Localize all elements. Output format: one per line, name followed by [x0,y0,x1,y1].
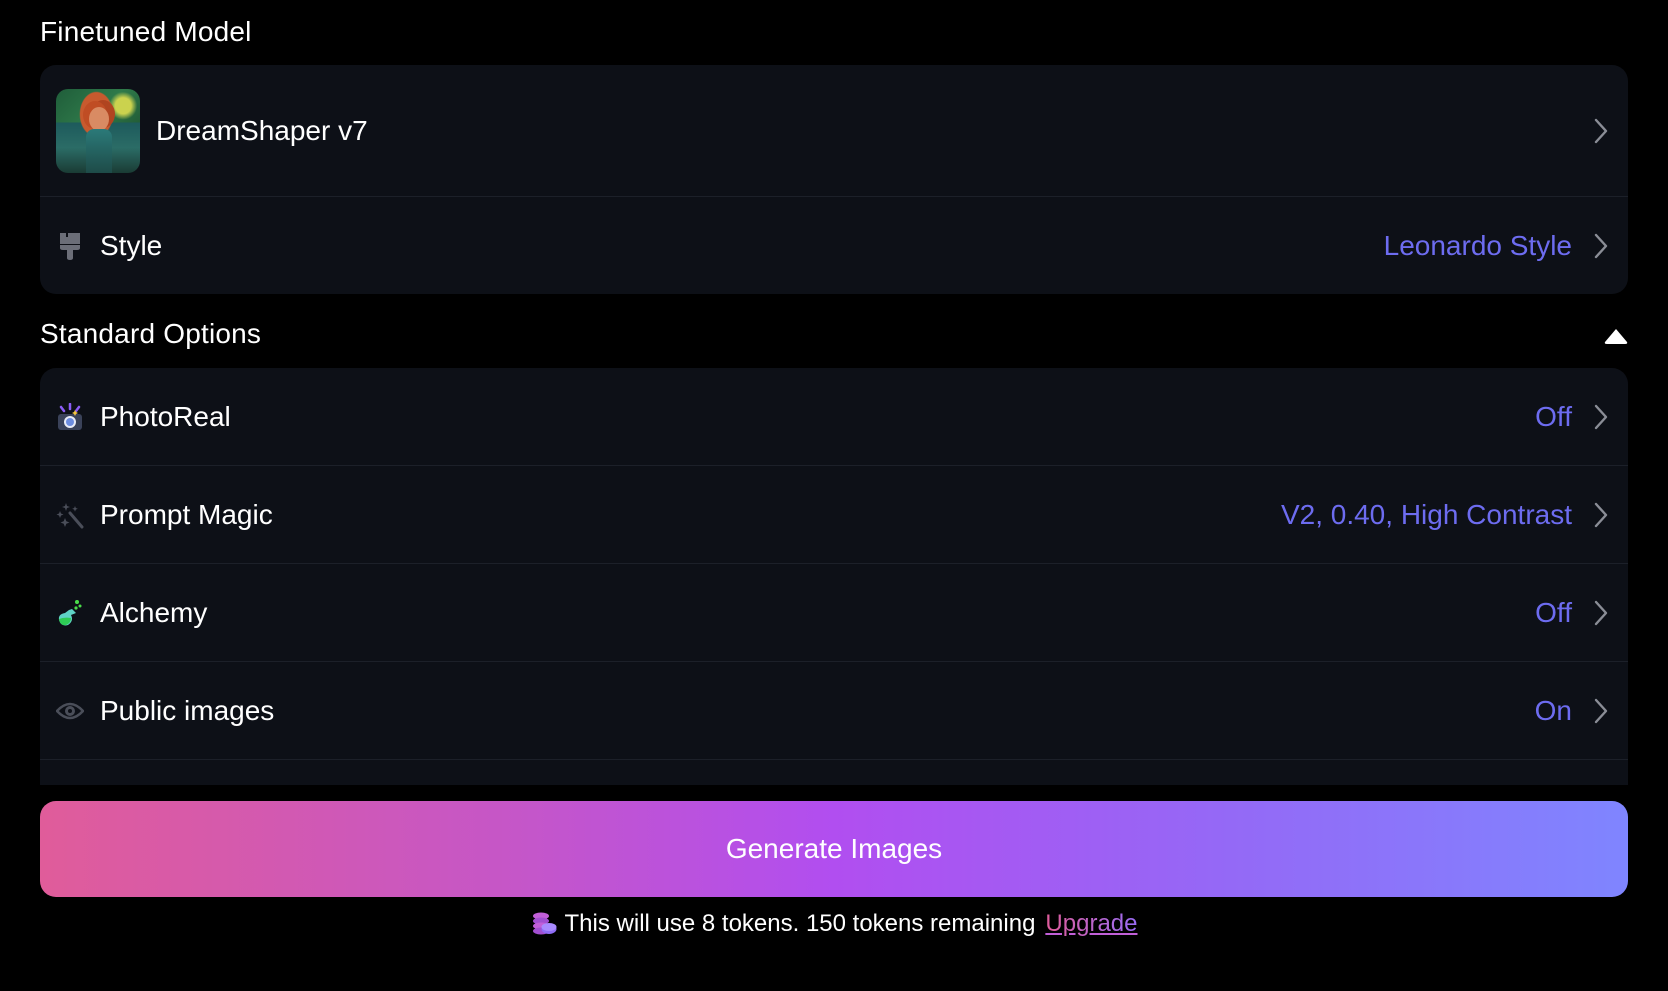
option-label: PhotoReal [100,400,231,432]
option-row-photoreal[interactable]: PhotoReal Off [40,368,1628,466]
caret-up-icon [1604,329,1628,344]
chevron-right-icon [1590,697,1612,725]
chevron-right-icon [1590,403,1612,431]
style-selector-row[interactable]: Style Leonardo Style [40,197,1628,294]
style-value: Leonardo Style [1383,229,1572,261]
option-row-prompt-magic[interactable]: Prompt Magic V2, 0.40, High Contrast [40,466,1628,564]
option-value: On [1534,694,1572,726]
option-row-alchemy[interactable]: Alchemy Off [40,564,1628,662]
standard-options-heading: Standard Options [40,318,262,349]
option-row-public-images[interactable]: Public images On [40,662,1628,760]
chevron-right-icon [1590,501,1612,529]
generate-images-button[interactable]: Generate Images [40,801,1628,897]
magic-wand-icon [56,501,84,529]
collapse-toggle-button[interactable] [1603,327,1629,345]
option-label: Alchemy [100,596,208,628]
model-selector-row[interactable]: DreamShaper v7 [40,65,1628,197]
model-thumbnail [56,88,140,173]
paintbrush-icon [56,232,84,260]
chevron-right-icon [1590,232,1612,260]
token-message: This will use 8 tokens. 150 tokens remai… [564,910,1036,937]
model-name: DreamShaper v7 [156,114,368,146]
token-usage-info: This will use 8 tokens. 150 tokens remai… [0,910,1668,938]
upgrade-link[interactable]: Upgrade [1045,910,1137,938]
chevron-right-icon [1590,117,1612,145]
eye-icon [56,697,84,725]
option-label: Prompt Magic [100,498,273,530]
finetuned-model-heading: Finetuned Model [40,16,252,47]
chevron-right-icon [1590,599,1612,627]
finetuned-model-card: DreamShaper v7 Style Leonardo Style [40,65,1628,294]
option-value: Off [1535,400,1572,432]
option-value: V2, 0.40, High Contrast [1280,498,1572,530]
camera-flash-icon [56,402,84,431]
standard-options-list: PhotoReal Off Prompt Magic V2, 0.40, Hig… [40,368,1628,785]
coins-icon [532,912,557,935]
option-label: Public images [100,694,275,726]
option-row-partial[interactable] [40,760,1628,785]
option-value: Off [1535,596,1572,628]
style-label: Style [100,229,163,261]
potion-flask-icon [56,599,84,627]
